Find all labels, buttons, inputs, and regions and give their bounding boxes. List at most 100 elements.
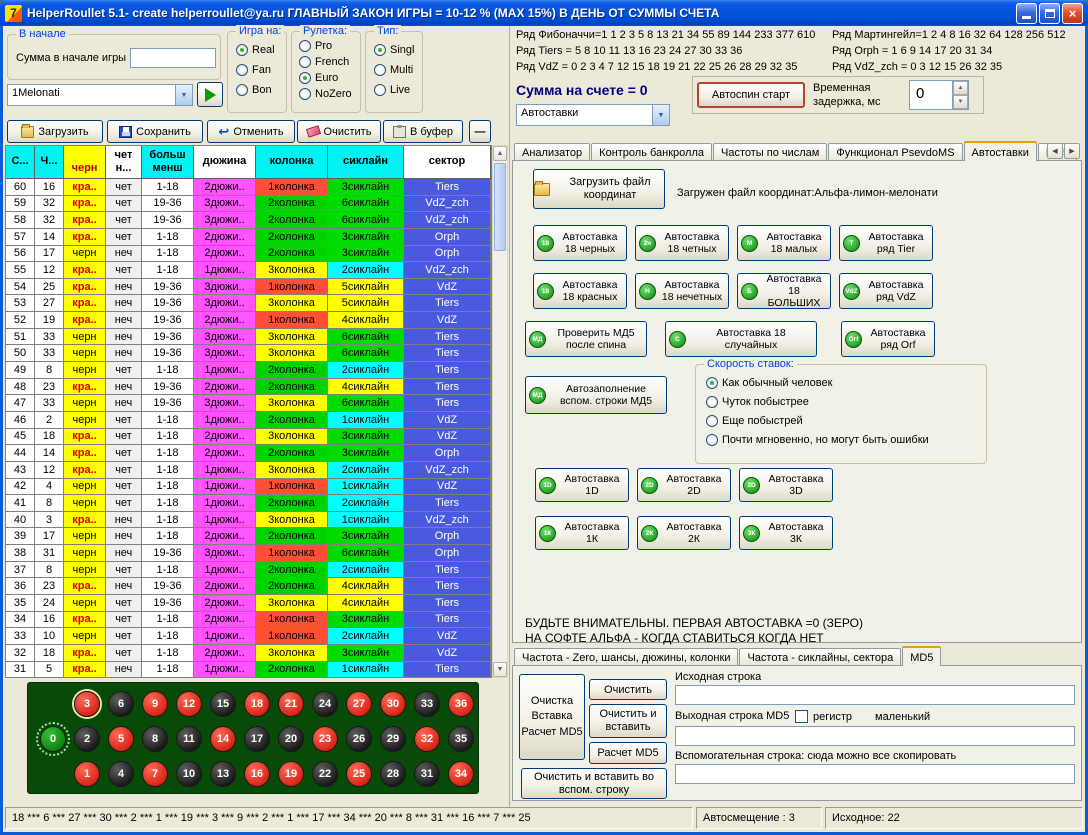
- autobet-button[interactable]: 3DАвтоставка 3D: [739, 468, 833, 502]
- board-number-3[interactable]: 3: [74, 691, 100, 717]
- table-row[interactable]: 4414кра..чет1-182дюжи..2колонка3сиклайнO…: [6, 445, 491, 462]
- board-number-30[interactable]: 30: [380, 691, 406, 717]
- autobet-button[interactable]: 2чАвтоставка 18 четных: [635, 225, 729, 261]
- undo-button[interactable]: ↩ Отменить: [207, 120, 295, 143]
- radio-Real[interactable]: Real: [236, 44, 275, 56]
- board-number-9[interactable]: 9: [142, 691, 168, 717]
- board-number-18[interactable]: 18: [244, 691, 270, 717]
- profile-combobox[interactable]: 1Melonati ▼: [7, 84, 193, 106]
- tab-Автоставки[interactable]: Автоставки: [964, 141, 1037, 161]
- autofill-md5-button[interactable]: МД Автозаполнение вспом. строки МД5: [525, 376, 667, 414]
- tab-scroll-right-button[interactable]: ▶: [1064, 143, 1080, 159]
- aux-string-input[interactable]: [675, 764, 1075, 784]
- table-row[interactable]: 4312кра..чет1-181дюжи..3колонка2сиклайнV…: [6, 462, 491, 479]
- scroll-up-button[interactable]: ▲: [493, 146, 507, 161]
- radio-Bon[interactable]: Bon: [236, 84, 275, 96]
- collapse-button[interactable]: —: [469, 120, 491, 143]
- autobet-button[interactable]: 2DАвтоставка 2D: [637, 468, 731, 502]
- output-string-input[interactable]: [675, 726, 1075, 746]
- tab-Функционал PsevdoMS[interactable]: Функционал PsevdoMS: [828, 143, 962, 160]
- table-row[interactable]: 5327кра..неч19-363дюжи..3колонка5сиклайн…: [6, 295, 491, 312]
- autobet-button[interactable]: 1КАвтоставка 1К: [535, 516, 629, 550]
- board-number-34[interactable]: 34: [448, 761, 474, 787]
- radio-Euro[interactable]: Euro: [299, 72, 352, 84]
- table-row[interactable]: 5425кра..неч19-363дюжи..1колонка5сиклайн…: [6, 279, 491, 296]
- table-row[interactable]: 3310чернчет1-181дюжи..1колонка2сиклайнVd…: [6, 628, 491, 645]
- table-row[interactable]: 3524чернчет19-362дюжи..3колонка4сиклайнT…: [6, 595, 491, 612]
- board-number-16[interactable]: 16: [244, 761, 270, 787]
- radio-Еще побыстрей[interactable]: Еще побыстрей: [706, 415, 929, 427]
- radio-Multi[interactable]: Multi: [374, 64, 414, 76]
- autobet-button[interactable]: НАвтоставка 18 нечетных: [635, 273, 729, 309]
- autobet-button[interactable]: САвтоставка 18 случайных: [665, 321, 817, 357]
- table-row[interactable]: 4518кра..чет1-182дюжи..3колонка3сиклайнV…: [6, 429, 491, 446]
- combo-arrow-icon[interactable]: ▼: [652, 105, 669, 125]
- table-row[interactable]: 5033черннеч19-363дюжи..3колонка6сиклайнT…: [6, 345, 491, 362]
- radio-Singl[interactable]: Singl: [374, 44, 414, 56]
- autobet-button[interactable]: МАвтоставка 18 малых: [737, 225, 831, 261]
- board-number-31[interactable]: 31: [414, 761, 440, 787]
- spinner-down-button[interactable]: ▼: [953, 95, 968, 109]
- table-row[interactable]: 5932кра..чет19-363дюжи..2колонка6сиклайн…: [6, 196, 491, 213]
- board-number-35[interactable]: 35: [448, 726, 474, 752]
- board-number-27[interactable]: 27: [346, 691, 372, 717]
- board-number-5[interactable]: 5: [108, 726, 134, 752]
- table-row[interactable]: 378чернчет1-181дюжи..2колонка2сиклайнTie…: [6, 562, 491, 579]
- tab-Частота - сиклайны, сектора[interactable]: Частота - сиклайны, сектора: [739, 648, 901, 665]
- table-row[interactable]: 3218кра..чет1-182дюжи..3колонка3сиклайнV…: [6, 645, 491, 662]
- autobet-button[interactable]: 3КАвтоставка 3К: [739, 516, 833, 550]
- radio-Почти мгновенно, но могут быть ошибки[interactable]: Почти мгновенно, но могут быть ошибки: [706, 434, 929, 446]
- radio-French[interactable]: French: [299, 56, 352, 68]
- mode-combobox[interactable]: Автоставки ▼: [516, 104, 670, 126]
- table-row[interactable]: 5512кра..чет1-181дюжи..3колонка2сиклайнV…: [6, 262, 491, 279]
- radio-Чуток побыстрее[interactable]: Чуток побыстрее: [706, 396, 929, 408]
- history-table[interactable]: С...Ч...Кра..чернчетн...большменшдюжинак…: [5, 145, 492, 678]
- autobet-button[interactable]: OrfАвтоставка ряд Orf: [841, 321, 935, 357]
- board-number-0[interactable]: 0: [40, 726, 66, 752]
- save-button[interactable]: Сохранить: [107, 120, 203, 143]
- board-number-28[interactable]: 28: [380, 761, 406, 787]
- board-number-24[interactable]: 24: [312, 691, 338, 717]
- table-row[interactable]: 315кра..неч1-181дюжи..2колонка1сиклайнTi…: [6, 662, 491, 678]
- radio-Fan[interactable]: Fan: [236, 64, 275, 76]
- board-number-15[interactable]: 15: [210, 691, 236, 717]
- table-row[interactable]: 403кра..неч1-181дюжи..3колонка1сиклайнVd…: [6, 512, 491, 529]
- tab-Анализатор[interactable]: Анализатор: [514, 143, 590, 160]
- maximize-button[interactable]: [1039, 3, 1060, 24]
- board-number-2[interactable]: 2: [74, 726, 100, 752]
- close-button[interactable]: ×: [1062, 3, 1083, 24]
- table-row[interactable]: 462чернчет1-181дюжи..2колонка1сиклайнVdZ: [6, 412, 491, 429]
- autobet-button[interactable]: 18Автоставка 18 красных: [533, 273, 627, 309]
- md5-clear-paste-calc-button[interactable]: Очистка Вставка Расчет MD5: [519, 674, 585, 760]
- board-number-25[interactable]: 25: [346, 761, 372, 787]
- table-row[interactable]: 3917черннеч1-182дюжи..2колонка3сиклайнOr…: [6, 528, 491, 545]
- md5-clear-and-paste-button[interactable]: Очистить и вставить: [589, 704, 667, 738]
- radio-NoZero[interactable]: NoZero: [299, 88, 352, 100]
- board-number-4[interactable]: 4: [108, 761, 134, 787]
- board-number-23[interactable]: 23: [312, 726, 338, 752]
- scroll-down-button[interactable]: ▼: [493, 662, 507, 677]
- table-row[interactable]: 498чернчет1-181дюжи..2колонка2сиклайнTie…: [6, 362, 491, 379]
- delay-spinner[interactable]: 0 ▲ ▼: [909, 80, 969, 110]
- spinner-up-button[interactable]: ▲: [953, 81, 968, 95]
- load-button[interactable]: Загрузить: [7, 120, 103, 143]
- table-row[interactable]: 5832кра..чет19-363дюжи..2колонка6сиклайн…: [6, 212, 491, 229]
- table-row[interactable]: 4823кра..неч19-362дюжи..2колонка4сиклайн…: [6, 379, 491, 396]
- autobet-button[interactable]: 2КАвтоставка 2К: [637, 516, 731, 550]
- table-row[interactable]: 5133черннеч19-363дюжи..3колонка6сиклайнT…: [6, 329, 491, 346]
- table-row[interactable]: 424чернчет1-181дюжи..1колонка1сиклайнVdZ: [6, 479, 491, 496]
- board-number-7[interactable]: 7: [142, 761, 168, 787]
- radio-Pro[interactable]: Pro: [299, 40, 352, 52]
- radio-Как обычный человек[interactable]: Как обычный человек: [706, 377, 929, 389]
- board-number-6[interactable]: 6: [108, 691, 134, 717]
- autobet-button[interactable]: 1DАвтоставка 1D: [535, 468, 629, 502]
- minimize-button[interactable]: [1016, 3, 1037, 24]
- titlebar[interactable]: 7 HelperRoullet 5.1- create helperroulle…: [0, 0, 1088, 26]
- board-number-1[interactable]: 1: [74, 761, 100, 787]
- board-number-12[interactable]: 12: [176, 691, 202, 717]
- register-checkbox[interactable]: [795, 710, 808, 723]
- board-number-36[interactable]: 36: [448, 691, 474, 717]
- clear-button[interactable]: Очистить: [297, 120, 381, 143]
- tab-Контроль банкролла[interactable]: Контроль банкролла: [591, 143, 712, 160]
- play-button[interactable]: [197, 82, 223, 107]
